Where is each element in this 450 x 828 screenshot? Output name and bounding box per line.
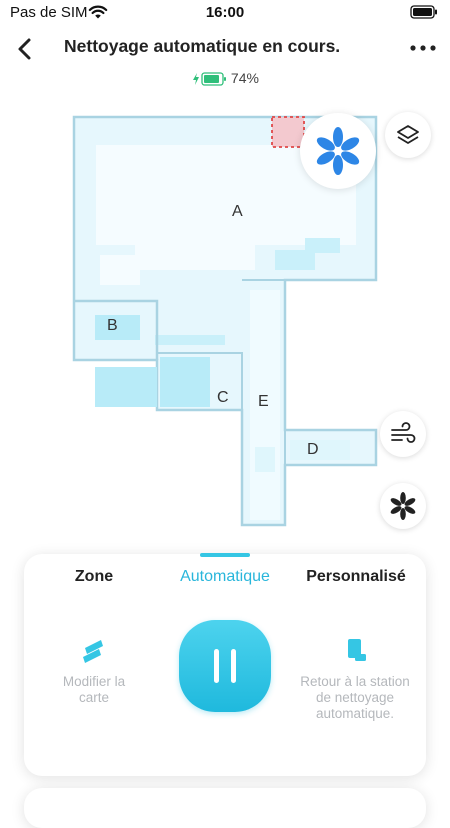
active-tab-indicator — [200, 553, 250, 557]
edit-map-button[interactable]: Modifier la carte — [46, 636, 142, 706]
tab-personnalise[interactable]: Personnalisé — [286, 568, 426, 586]
robot-battery-status: 74% — [0, 70, 450, 87]
room-label-c: C — [217, 389, 229, 406]
room-label-d: D — [307, 441, 319, 458]
fan-icon — [390, 492, 416, 520]
pause-icon — [214, 649, 219, 683]
back-button[interactable] — [10, 34, 40, 64]
battery-percent: 74% — [230, 70, 259, 86]
edit-map-icon — [83, 640, 103, 663]
brush-mode-button[interactable] — [380, 483, 426, 529]
return-to-dock-label: Retour à la station de nettoyage automat… — [300, 674, 410, 721]
return-to-dock-button[interactable]: Retour à la station de nettoyage automat… — [300, 636, 410, 722]
cleaning-map[interactable]: A B C D E — [0, 95, 450, 545]
cleaning-control-panel: Zone Automatique Personnalisé Modifier l… — [24, 553, 426, 776]
room-label-b: B — [107, 317, 118, 334]
chevron-left-icon — [18, 38, 31, 60]
pause-icon-bar — [231, 649, 236, 683]
map-layers-button[interactable] — [385, 112, 431, 158]
layers-icon — [397, 125, 419, 144]
room-label-e: E — [258, 393, 269, 410]
more-dots-icon — [410, 45, 436, 51]
room-label-a: A — [232, 203, 243, 220]
robot-icon — [316, 127, 360, 175]
next-panel-card — [24, 788, 426, 828]
tab-automatique[interactable]: Automatique — [152, 568, 298, 586]
pause-button[interactable] — [179, 620, 271, 712]
page-title: Nettoyage automatique en cours. — [64, 36, 341, 56]
robot-position-marker — [300, 113, 376, 189]
clock: 16:00 — [205, 4, 245, 21]
tab-zone[interactable]: Zone — [24, 568, 164, 586]
battery-icon — [410, 5, 437, 19]
wind-icon — [391, 422, 416, 443]
floor-plan — [72, 115, 378, 527]
dock-icon — [348, 639, 366, 661]
edit-map-label: Modifier la carte — [62, 674, 126, 705]
status-bar: Pas de SIM 16:00 — [0, 0, 450, 26]
more-options-button[interactable] — [408, 36, 438, 60]
charging-battery-icon — [193, 72, 227, 86]
suction-power-button[interactable] — [380, 411, 426, 457]
